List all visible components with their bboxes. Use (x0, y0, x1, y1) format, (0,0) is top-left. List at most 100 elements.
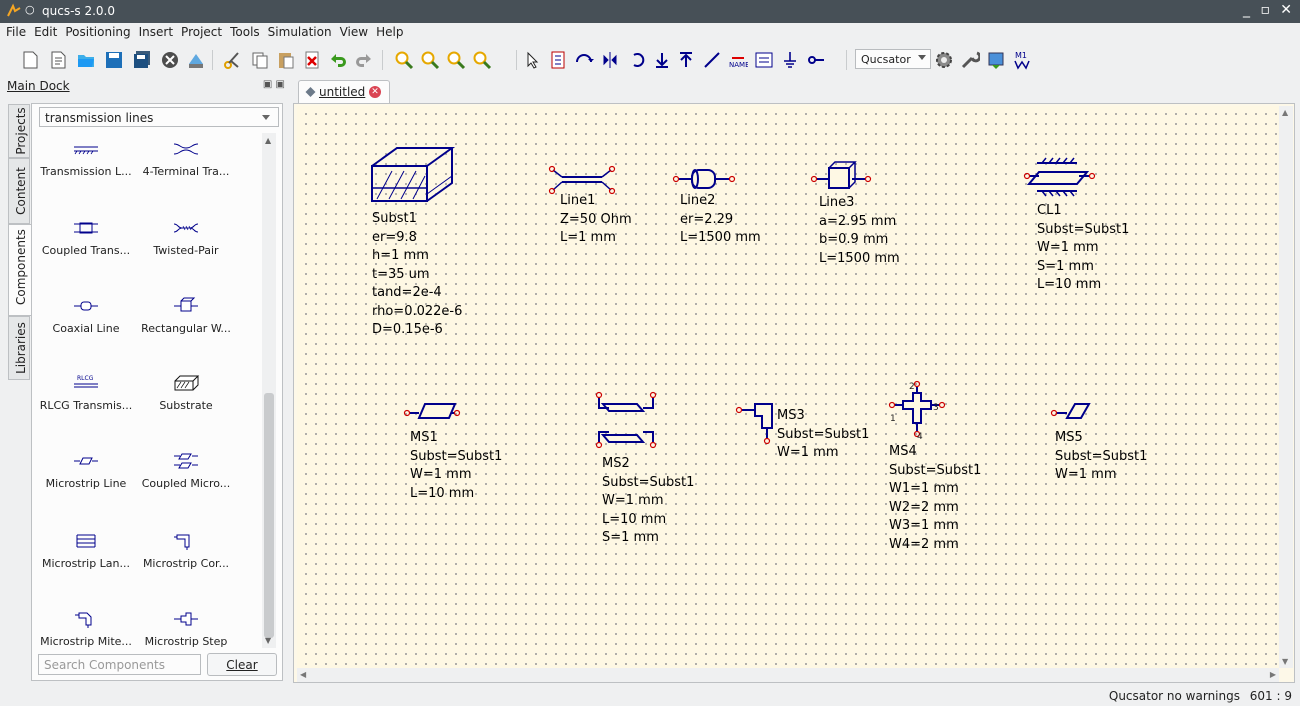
zoom-fit-icon[interactable] (394, 50, 414, 70)
ms5-label[interactable]: MS5 Subst=Subst1 W=1 mm (1055, 429, 1147, 485)
ms3-label[interactable]: MS3 Subst=Subst1 W=1 mm (777, 407, 869, 463)
line1-label[interactable]: Line1 Z=50 Ohm L=1 mm (560, 192, 632, 248)
paste-icon[interactable] (276, 50, 296, 70)
wire-label-icon[interactable]: NAME (728, 50, 748, 70)
cut-icon[interactable] (222, 50, 242, 70)
rotate-icon[interactable] (574, 50, 594, 70)
list-item[interactable]: Coaxial Line (36, 296, 136, 335)
component-list-scrollbar[interactable]: ▲ ▼ (262, 133, 276, 648)
menu-view[interactable]: View (336, 23, 372, 39)
line2-label[interactable]: Line2 er=2.29 L=1500 mm (680, 192, 761, 248)
subst1-label[interactable]: Subst1 er=9.8 h=1 mm t=35 um tand=2e-4 r… (372, 210, 462, 340)
minimize-button[interactable]: _ (1243, 2, 1250, 18)
list-item[interactable]: Transmission L... (36, 139, 136, 178)
cl1-symbol[interactable] (1023, 157, 1096, 197)
list-item[interactable]: Substrate (136, 373, 236, 412)
scroll-down-icon[interactable]: ▼ (1282, 657, 1288, 666)
close-tab-icon[interactable]: ✕ (369, 86, 381, 98)
list-item[interactable]: Coupled Trans... (36, 218, 136, 257)
zoom-selection-icon[interactable] (420, 50, 440, 70)
menu-file[interactable]: File (2, 23, 30, 39)
wire-icon[interactable] (702, 50, 722, 70)
zoom-in-icon[interactable] (446, 50, 466, 70)
tab-libraries[interactable]: Libraries (8, 316, 30, 380)
tab-components[interactable]: Components (8, 224, 32, 316)
ms1-symbol[interactable] (403, 403, 461, 419)
delete-icon[interactable] (302, 50, 322, 70)
ground-icon[interactable] (780, 50, 800, 70)
scroll-right-icon[interactable]: ▶ (1270, 670, 1276, 679)
line2-symbol[interactable] (672, 169, 736, 189)
cl1-label[interactable]: CL1 Subst=Subst1 W=1 mm S=1 mm L=10 mm (1037, 202, 1129, 295)
ms2-symbol[interactable] (595, 391, 657, 449)
scroll-up-icon[interactable]: ▲ (1282, 108, 1288, 117)
ms4-label[interactable]: MS4 Subst=Subst1 W1=1 mm W2=2 mm W3=1 mm… (889, 443, 981, 554)
simulator-select[interactable]: Qucsator (855, 49, 931, 69)
tab-content[interactable]: Content (8, 158, 30, 224)
new-icon[interactable] (20, 50, 40, 70)
list-item[interactable]: Rectangular W... (136, 296, 236, 335)
scroll-left-icon[interactable]: ◀ (300, 670, 306, 679)
schematic-canvas[interactable]: 1 2 3 4 Subst1 er=9.8 h=1 mm t=35 um tan… (297, 106, 1279, 668)
push-down-icon[interactable] (652, 50, 672, 70)
ms2-label[interactable]: MS2 Subst=Subst1 W=1 mm L=10 mm S=1 mm (602, 455, 694, 548)
print-icon[interactable] (186, 50, 206, 70)
menu-edit[interactable]: Edit (30, 23, 61, 39)
list-item[interactable]: Microstrip Mite... (36, 609, 136, 648)
marker-icon[interactable]: M1 (1012, 50, 1032, 70)
close-button[interactable]: ✕ (1280, 2, 1292, 18)
menu-positioning[interactable]: Positioning (61, 23, 134, 39)
search-components-input[interactable]: Search Components (38, 654, 201, 675)
menu-tools[interactable]: Tools (226, 23, 264, 39)
select-pointer-icon[interactable] (522, 50, 542, 70)
close-doc-icon[interactable] (160, 50, 180, 70)
clear-button[interactable]: Clear (207, 653, 277, 676)
pin-icon[interactable]: ○ (25, 3, 35, 16)
mirror-icon[interactable] (600, 50, 620, 70)
menu-simulation[interactable]: Simulation (264, 23, 336, 39)
scroll-up-icon[interactable]: ▲ (265, 136, 271, 145)
undo-icon[interactable] (328, 50, 348, 70)
pop-up-icon[interactable] (676, 50, 696, 70)
ms5-symbol[interactable] (1050, 403, 1091, 419)
list-item[interactable]: Coupled Micro... (136, 451, 236, 490)
line3-label[interactable]: Line3 a=2.95 mm b=0.9 mm L=1500 mm (819, 194, 900, 268)
list-item[interactable]: Twisted-Pair (136, 218, 236, 257)
ms3-symbol[interactable] (735, 403, 773, 445)
line3-symbol[interactable] (810, 161, 872, 189)
open-icon[interactable] (76, 50, 96, 70)
list-item[interactable]: Microstrip Cor... (136, 531, 236, 570)
new-text-icon[interactable] (48, 50, 68, 70)
list-item[interactable]: Microstrip Line (36, 451, 136, 490)
go-into-subcircuit-icon[interactable] (628, 50, 648, 70)
save-icon[interactable] (104, 50, 124, 70)
menu-help[interactable]: Help (372, 23, 407, 39)
scroll-down-icon[interactable]: ▼ (265, 636, 271, 645)
save-all-icon[interactable] (132, 50, 152, 70)
menu-insert[interactable]: Insert (135, 23, 177, 39)
category-select[interactable]: transmission lines (39, 107, 279, 127)
view-data-icon[interactable] (986, 50, 1006, 70)
edit-properties-icon[interactable] (548, 50, 568, 70)
copy-icon[interactable] (250, 50, 270, 70)
simulate-icon[interactable] (934, 50, 954, 70)
canvas-horizontal-scrollbar[interactable]: ◀ ▶ (297, 668, 1279, 682)
menu-project[interactable]: Project (177, 23, 226, 39)
canvas-vertical-scrollbar[interactable]: ▲ ▼ (1279, 106, 1293, 668)
equation-icon[interactable] (754, 50, 774, 70)
substrate-symbol[interactable] (371, 147, 456, 202)
list-item[interactable]: Microstrip Lan... (36, 531, 136, 570)
ms1-label[interactable]: MS1 Subst=Subst1 W=1 mm L=10 mm (410, 429, 502, 503)
list-item[interactable]: Microstrip Step (136, 609, 236, 648)
port-icon[interactable] (806, 50, 826, 70)
line1-symbol[interactable] (548, 165, 616, 195)
redo-icon[interactable] (354, 50, 374, 70)
list-item[interactable]: RLCG RLCG Transmis... (36, 373, 136, 412)
tab-untitled[interactable]: untitled ✕ (298, 80, 390, 103)
scrollbar-thumb[interactable] (264, 393, 274, 638)
tune-icon[interactable] (960, 50, 980, 70)
maximize-button[interactable]: ▫ (1261, 2, 1271, 18)
list-item[interactable]: 4-Terminal Tra... (136, 139, 236, 178)
dock-float-close-icons[interactable]: ▣ ▣ (263, 79, 285, 90)
tab-projects[interactable]: Projects (8, 104, 30, 158)
